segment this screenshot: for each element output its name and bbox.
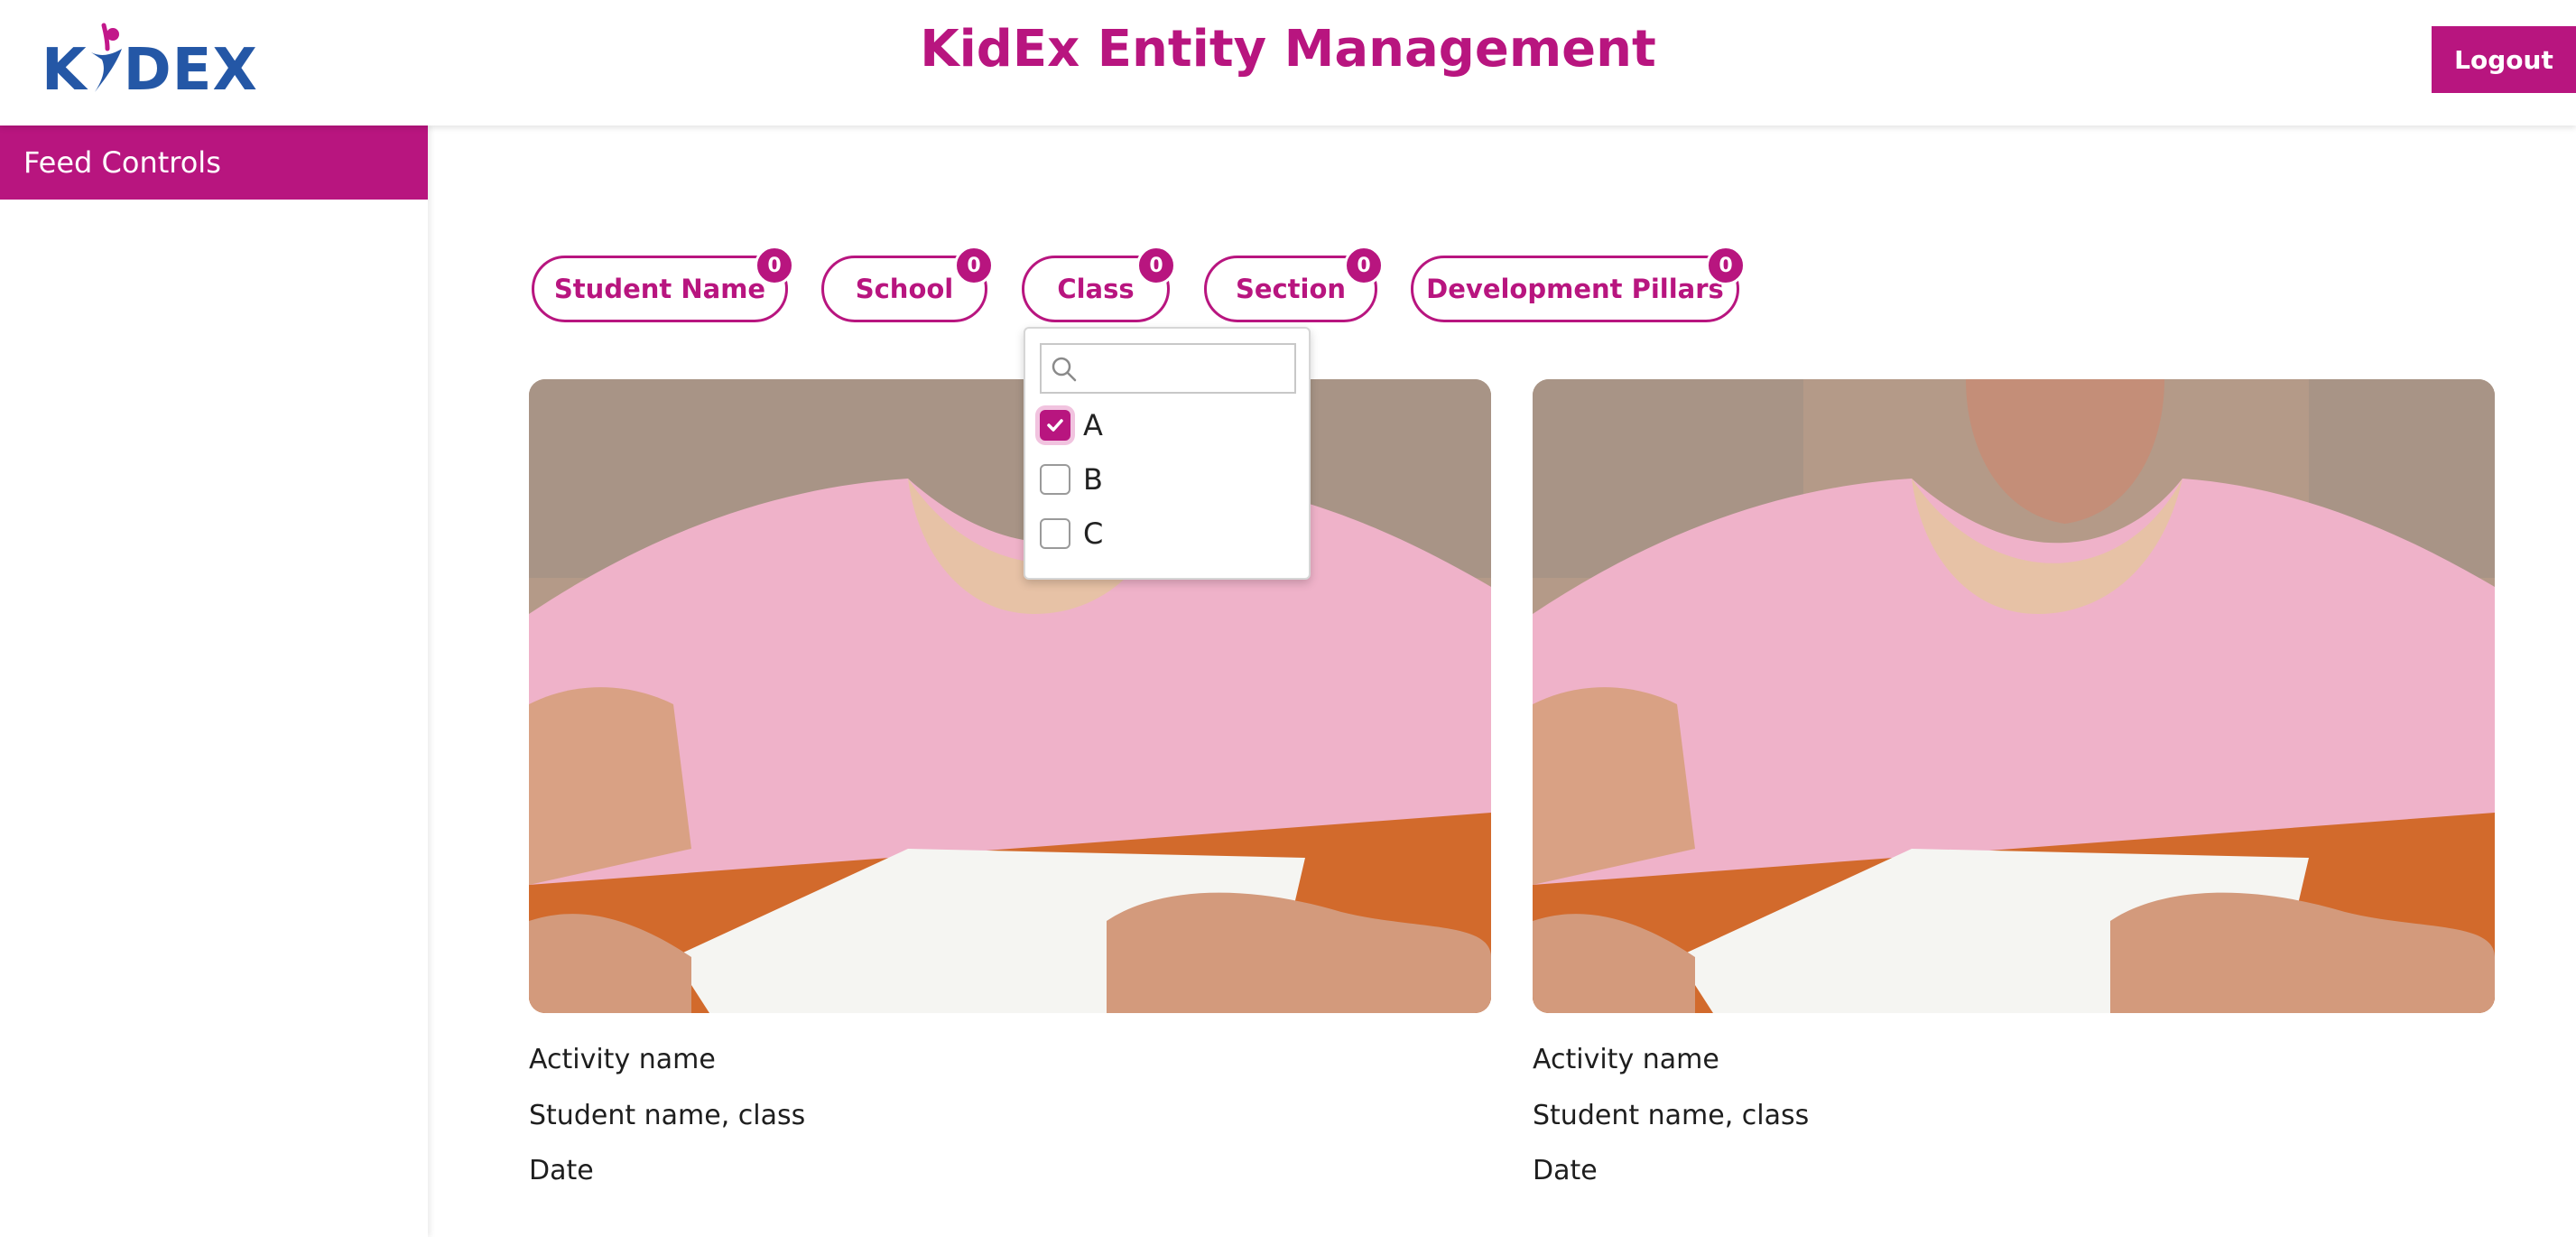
filter-label: Student Name xyxy=(553,274,766,304)
class-filter-dropdown: A B C xyxy=(1024,327,1311,580)
filter-class[interactable]: Class 0 xyxy=(1022,246,1176,322)
kidex-logo[interactable]: K DEX xyxy=(42,22,257,99)
filter-count-badge: 0 xyxy=(1706,246,1746,285)
activity-photo xyxy=(1533,379,2495,1013)
filter-count-badge: 0 xyxy=(954,246,994,285)
top-header: K DEX KidEx Entity Management Logout xyxy=(0,0,2576,126)
activity-name: Activity name xyxy=(529,1044,716,1075)
dropdown-search-input[interactable] xyxy=(1081,350,1289,386)
filter-label: Class xyxy=(1057,274,1135,304)
sidebar-item-label: Feed Controls xyxy=(23,145,221,180)
logout-button[interactable]: Logout xyxy=(2432,26,2576,93)
option-a[interactable]: A xyxy=(1040,403,1293,448)
option-c[interactable]: C xyxy=(1040,511,1293,556)
option-label: C xyxy=(1083,516,1104,551)
page-title: KidEx Entity Management xyxy=(920,20,1656,79)
sidebar: Feed Controls xyxy=(0,126,428,1237)
option-label: A xyxy=(1083,408,1103,442)
filter-section[interactable]: Section 0 xyxy=(1204,246,1384,322)
filter-label: Section xyxy=(1235,274,1347,304)
logo-letter-k: K xyxy=(42,37,88,104)
activity-name: Activity name xyxy=(1533,1044,1719,1075)
student-name-class: Student name, class xyxy=(529,1100,806,1131)
logo-figure-icon xyxy=(90,23,122,92)
filter-count-badge: 0 xyxy=(1344,246,1384,285)
filter-label: Development Pillars xyxy=(1426,274,1724,304)
sidebar-item-feed-controls[interactable]: Feed Controls xyxy=(0,126,428,200)
filter-development-pillars[interactable]: Development Pillars 0 xyxy=(1411,246,1746,322)
app-root: K DEX KidEx Entity Management Logout Fee… xyxy=(0,0,2576,1237)
activity-photo xyxy=(529,379,1491,1013)
filter-count-badge: 0 xyxy=(1136,246,1176,285)
student-name-class: Student name, class xyxy=(1533,1100,1810,1131)
option-b[interactable]: B xyxy=(1040,457,1293,502)
option-label: B xyxy=(1083,462,1103,497)
activity-date: Date xyxy=(1533,1155,1598,1186)
activity-date: Date xyxy=(529,1155,594,1186)
filter-label: School xyxy=(855,274,954,304)
filter-count-badge: 0 xyxy=(755,246,794,285)
checkbox-checked[interactable] xyxy=(1040,410,1070,441)
search-icon xyxy=(1052,357,1077,382)
activity-image[interactable] xyxy=(1533,379,2495,1013)
filter-school[interactable]: School 0 xyxy=(821,246,994,322)
dropdown-search-box[interactable] xyxy=(1040,343,1296,394)
checkbox-unchecked[interactable] xyxy=(1040,464,1070,495)
activity-image[interactable] xyxy=(529,379,1491,1013)
checkbox-unchecked[interactable] xyxy=(1040,518,1070,549)
logo-wordmark: K DEX xyxy=(42,22,258,99)
checkmark-icon xyxy=(1047,419,1063,432)
filter-student-name[interactable]: Student Name 0 xyxy=(532,246,794,322)
logo-letters-dex: DEX xyxy=(123,37,258,104)
